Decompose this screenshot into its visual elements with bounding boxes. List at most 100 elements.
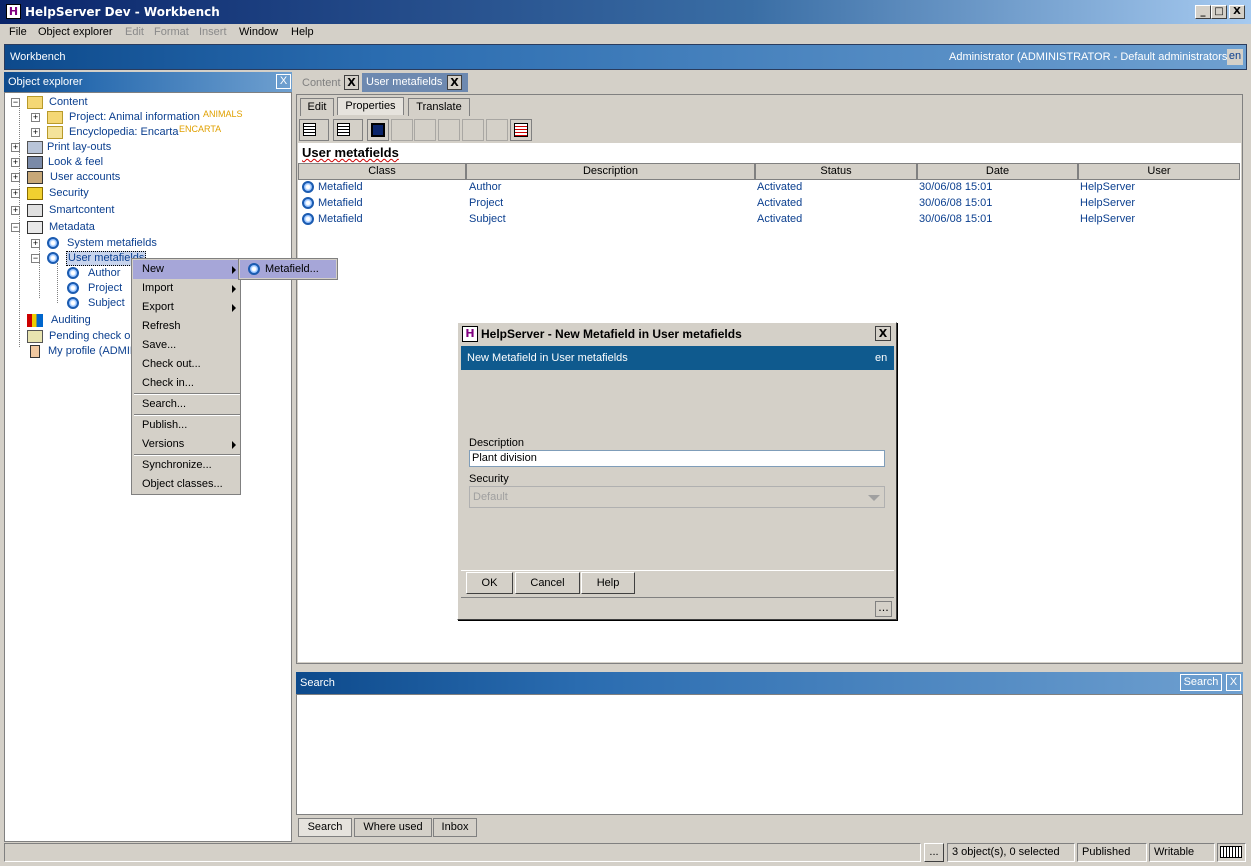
submenu-item-metafield[interactable]: Metafield... <box>265 260 319 278</box>
user-info: Administrator (ADMINISTRATOR - Default a… <box>949 51 1231 63</box>
column-header-user[interactable]: User <box>1078 163 1240 180</box>
menu-help[interactable]: Help <box>291 26 314 38</box>
explorer-close-icon[interactable]: X <box>276 74 291 89</box>
metafield-icon <box>67 282 79 294</box>
folder-icon <box>47 126 63 139</box>
document-tabs: Content X User metafields X <box>296 72 1246 94</box>
monitor-icon <box>27 156 43 169</box>
new-dropdown-button[interactable] <box>299 119 329 141</box>
tab-content-close-icon[interactable]: X <box>344 75 359 90</box>
tree-item-user-accounts[interactable]: + User accounts <box>11 170 251 185</box>
window-title: HelpServer Dev - Workbench <box>25 5 220 19</box>
tab-edit[interactable]: Edit <box>300 98 334 116</box>
search-panel-title: Search <box>300 677 335 689</box>
project-tag: ANIMALS <box>203 109 243 119</box>
tree-item-smartcontent[interactable]: + Smartcontent <box>11 203 251 218</box>
paste-special-icon <box>462 119 484 141</box>
table-view-icon[interactable] <box>510 119 532 141</box>
menu-item-save[interactable]: Save... <box>142 336 176 354</box>
table-row[interactable]: Metafield Subject Activated 30/06/08 15:… <box>298 211 1241 227</box>
tab-translate[interactable]: Translate <box>408 98 470 116</box>
person-icon <box>30 345 40 358</box>
help-button[interactable]: Help <box>581 572 635 594</box>
column-header-class[interactable]: Class <box>298 163 466 180</box>
tree-item-encyclopedia[interactable]: + Encyclopedia: Encarta ENCARTA <box>31 124 271 140</box>
dialog-statusbar: ... <box>461 597 894 619</box>
checklist-icon <box>27 330 43 343</box>
maximize-button[interactable]: □ <box>1211 5 1227 19</box>
menu-item-object-classes[interactable]: Object classes... <box>142 475 223 493</box>
keyboard-icon <box>1217 843 1246 862</box>
tree-item-system-metafields[interactable]: + System metafields <box>31 236 271 251</box>
tree-item-project-animal[interactable]: + Project: Animal information ANIMALS <box>31 109 271 125</box>
dialog-title: HelpServer - New Metafield in User metaf… <box>481 327 742 341</box>
app-icon: H <box>462 326 478 342</box>
tab-content[interactable]: Content <box>302 77 341 89</box>
column-header-status[interactable]: Status <box>755 163 917 180</box>
security-select: Default <box>469 486 885 508</box>
language-button[interactable]: en <box>1227 49 1243 65</box>
menu-item-versions[interactable]: Versions <box>142 435 184 453</box>
menu-item-import[interactable]: Import <box>142 279 173 297</box>
workbench-title: Workbench <box>10 51 66 63</box>
status-published: Published <box>1077 843 1147 862</box>
metadata-icon <box>27 221 43 234</box>
context-menu: New Import Export Refresh Save... Check … <box>131 258 241 495</box>
cancel-button[interactable]: Cancel <box>515 572 580 594</box>
menu-object-explorer[interactable]: Object explorer <box>38 26 113 38</box>
context-submenu: Metafield... <box>238 258 338 280</box>
tree-item-print-layouts[interactable]: + Print lay-outs <box>11 140 251 155</box>
printer-icon <box>27 141 43 154</box>
menu-item-export[interactable]: Export <box>142 298 174 316</box>
users-icon <box>27 171 43 184</box>
description-field[interactable]: Plant division <box>469 450 885 467</box>
tree-item-metadata[interactable]: − Metadata <box>11 220 251 235</box>
menu-item-new[interactable]: New <box>142 260 164 278</box>
tab-properties[interactable]: Properties <box>337 97 404 115</box>
close-window-button[interactable]: X <box>1229 5 1245 19</box>
column-header-description[interactable]: Description <box>466 163 755 180</box>
minimize-button[interactable]: _ <box>1195 5 1211 19</box>
paste-icon <box>438 119 460 141</box>
menu-item-search[interactable]: Search... <box>142 395 186 413</box>
status-message <box>4 843 921 862</box>
tab-search[interactable]: Search <box>298 818 352 837</box>
explorer-header: Object explorer X <box>4 72 292 92</box>
status-more-button[interactable]: ... <box>924 843 944 862</box>
dialog-close-button[interactable]: X <box>875 326 891 341</box>
tree-item-look-feel[interactable]: + Look & feel <box>11 155 251 170</box>
app-icon: H <box>6 4 21 19</box>
menu-item-publish[interactable]: Publish... <box>142 416 187 434</box>
tab-where-used[interactable]: Where used <box>354 818 432 837</box>
menu-item-check-in[interactable]: Check in... <box>142 374 194 392</box>
metafield-icon <box>302 197 314 209</box>
list-dropdown-button[interactable] <box>333 119 363 141</box>
menu-item-check-out[interactable]: Check out... <box>142 355 201 373</box>
grid-title: User metafields <box>302 145 399 160</box>
workbench-header: Workbench Administrator (ADMINISTRATOR -… <box>4 44 1247 70</box>
project-folder-icon <box>47 111 63 124</box>
table-row[interactable]: Metafield Author Activated 30/06/08 15:0… <box>298 179 1241 195</box>
menu-item-synchronize[interactable]: Synchronize... <box>142 456 212 474</box>
tab-inbox[interactable]: Inbox <box>433 818 477 837</box>
search-panel-button[interactable]: Search <box>1180 674 1222 691</box>
dialog-language[interactable]: en <box>875 352 887 364</box>
tree-item-security[interactable]: + Security <box>11 186 251 201</box>
auditing-icon <box>27 314 43 327</box>
ok-button[interactable]: OK <box>466 572 513 594</box>
tab-user-metafields-close-icon[interactable]: X <box>447 75 462 90</box>
menu-insert: Insert <box>199 26 227 38</box>
menu-window[interactable]: Window <box>239 26 278 38</box>
metafield-icon <box>67 267 79 279</box>
menu-item-refresh[interactable]: Refresh <box>142 317 181 335</box>
column-header-date[interactable]: Date <box>917 163 1078 180</box>
table-row[interactable]: Metafield Project Activated 30/06/08 15:… <box>298 195 1241 211</box>
search-panel-close-icon[interactable]: X <box>1226 674 1241 691</box>
save-icon[interactable] <box>367 119 389 141</box>
menu-file[interactable]: File <box>9 26 27 38</box>
dialog-header-text: New Metafield in User metafields <box>467 352 628 364</box>
dialog-more-button[interactable]: ... <box>875 601 892 617</box>
folder-icon <box>27 96 43 109</box>
metafield-icon <box>47 237 59 249</box>
smartcontent-icon <box>27 204 43 217</box>
